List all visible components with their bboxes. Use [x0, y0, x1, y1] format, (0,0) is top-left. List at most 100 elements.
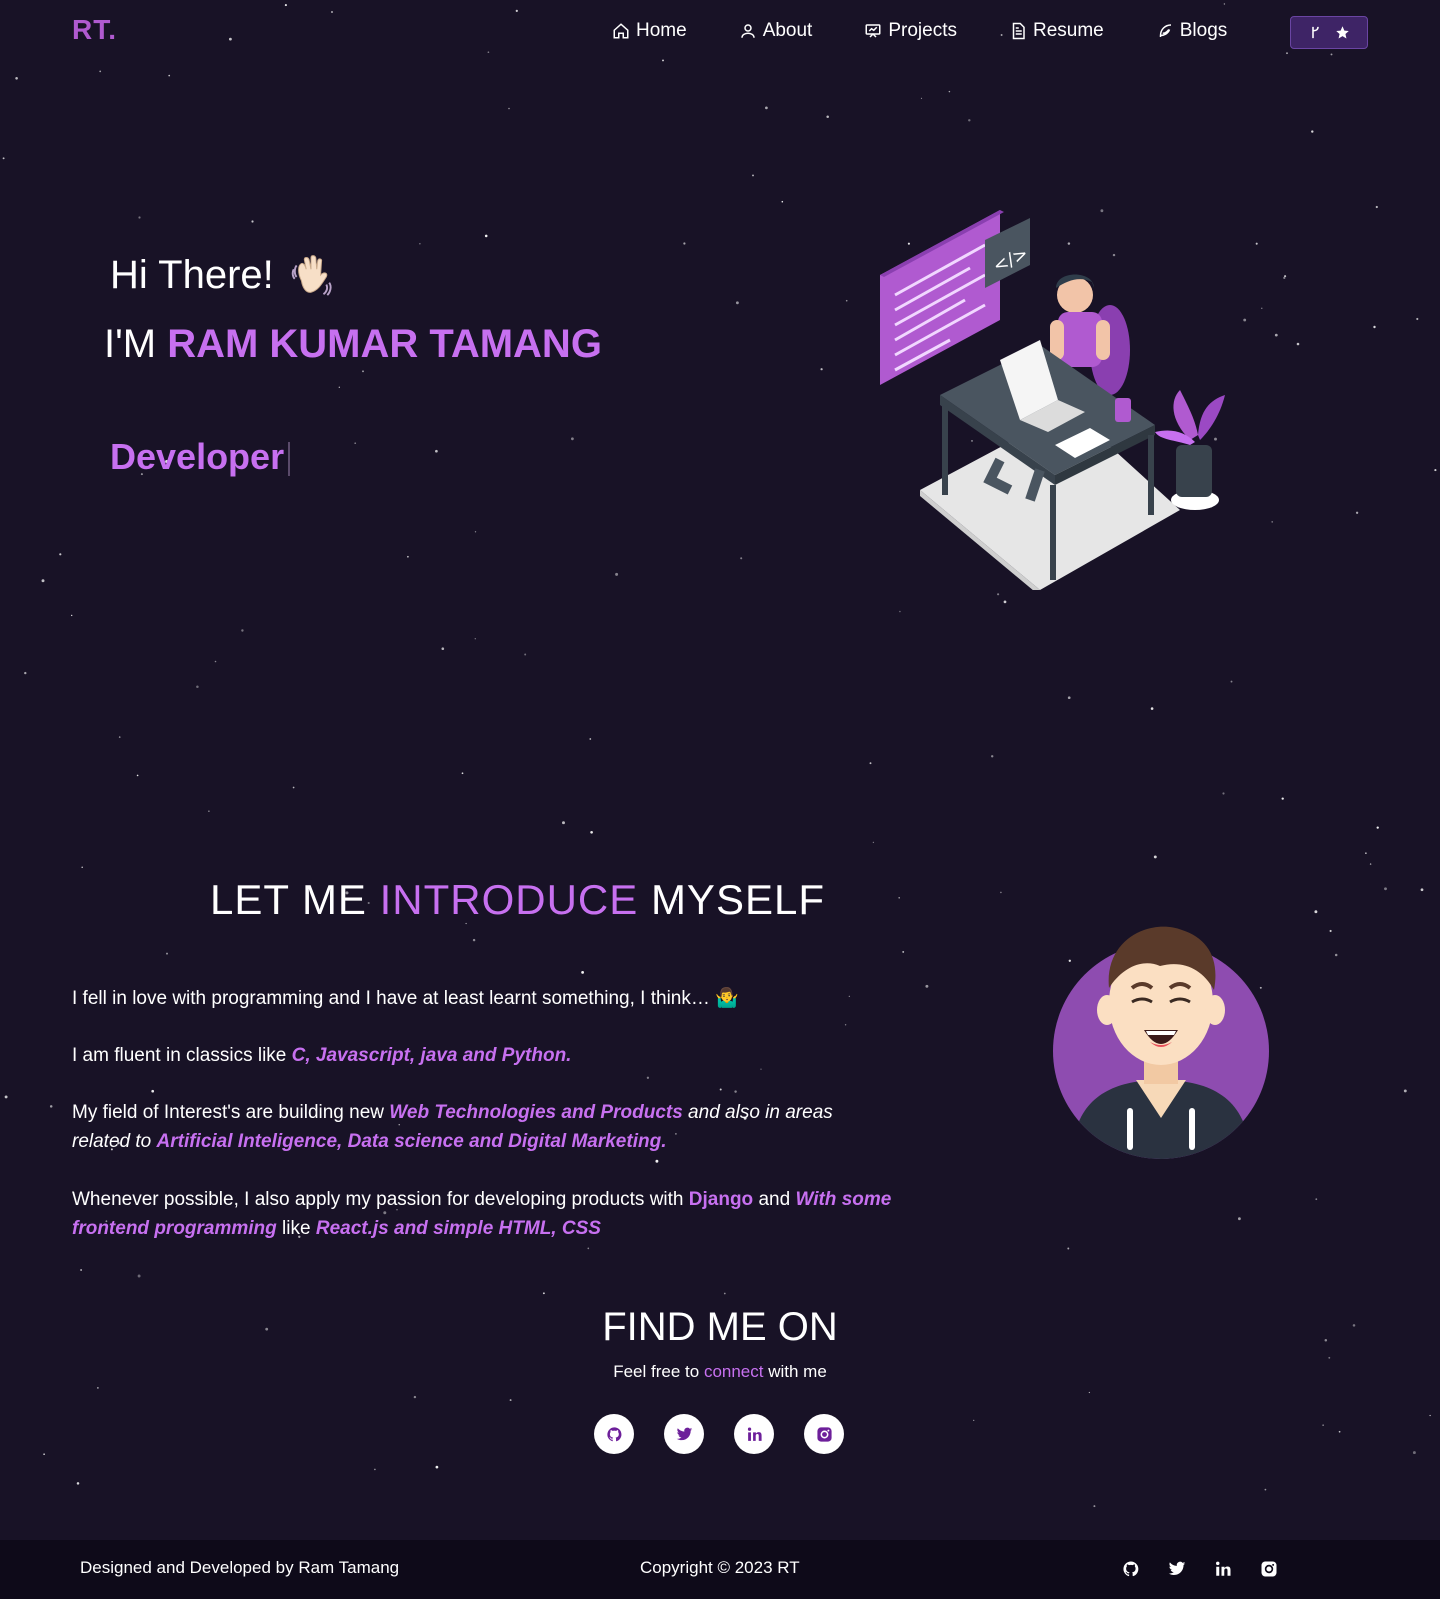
- star-dot: [902, 950, 905, 953]
- instagram-link[interactable]: [804, 1414, 844, 1454]
- star-dot: [735, 301, 739, 305]
- star-dot: [1238, 1217, 1241, 1221]
- star-dot: [1255, 242, 1258, 245]
- star-dot: [1328, 1356, 1331, 1359]
- github-icon[interactable]: [1122, 1560, 1140, 1578]
- star-dot: [1375, 205, 1378, 209]
- typewriter-role: Developer: [110, 436, 291, 478]
- star-dot: [435, 449, 438, 453]
- star-dot: [1281, 797, 1284, 800]
- document-icon: [1012, 22, 1025, 40]
- interest-highlight: Artificial Inteligence, Data science and…: [156, 1131, 667, 1152]
- github-link[interactable]: [594, 1414, 634, 1454]
- star-dot: [898, 897, 900, 899]
- footer-credit: Designed and Developed by Ram Tamang: [80, 1558, 400, 1577]
- star-dot: [1314, 910, 1318, 914]
- star-dot: [683, 242, 686, 245]
- star-dot: [1416, 317, 1419, 321]
- star-dot: [991, 755, 994, 758]
- star-dot: [1329, 929, 1332, 933]
- twitter-link[interactable]: [664, 1414, 704, 1454]
- star-dot: [1261, 307, 1263, 309]
- star-dot: [43, 1453, 45, 1456]
- star-dot: [844, 1024, 847, 1026]
- connect-highlight: connect: [703, 1362, 764, 1381]
- projects-icon: [865, 24, 881, 38]
- star-dot: [166, 952, 168, 955]
- star-dot: [542, 1292, 545, 1295]
- frontend-tech-highlight: React.js and simple HTML, CSS: [315, 1218, 601, 1239]
- star-dot: [441, 647, 445, 651]
- star-dot: [1355, 511, 1359, 514]
- nav-item-home[interactable]: Home: [612, 20, 687, 42]
- nav-menu: Home About Projects Resume Blogs: [612, 20, 1279, 42]
- star-dot: [1338, 1430, 1341, 1433]
- nav-item-projects[interactable]: Projects: [864, 20, 957, 42]
- star-dot: [524, 653, 527, 656]
- star-dot: [59, 553, 62, 556]
- star-dot: [723, 1292, 726, 1295]
- star-dot: [765, 106, 768, 110]
- star-dot: [590, 830, 593, 834]
- star-dot: [899, 610, 901, 613]
- star-dot: [362, 370, 364, 373]
- developer-desk-illustration: </>: [880, 210, 1225, 590]
- star-dot: [24, 671, 27, 675]
- star-dot: [752, 174, 754, 177]
- star-dot: [81, 866, 83, 869]
- star-dot: [948, 90, 951, 93]
- nav-item-blogs[interactable]: Blogs: [1156, 20, 1228, 42]
- star-dot: [1365, 852, 1367, 854]
- star-dot: [1230, 680, 1233, 683]
- star-dot: [137, 1274, 141, 1278]
- star-dot: [484, 234, 488, 238]
- nav-item-about[interactable]: About: [739, 20, 813, 42]
- social-links: [594, 1414, 844, 1454]
- star-dot: [1271, 521, 1274, 523]
- star-dot: [4, 1095, 8, 1099]
- star-dot: [1067, 696, 1071, 700]
- nav-item-label: Resume: [1032, 20, 1104, 41]
- intro-text: Whenever possible, I also apply my passi…: [72, 1189, 689, 1210]
- django-highlight: Django: [688, 1189, 754, 1210]
- star-dot: [1369, 863, 1372, 865]
- star-dot: [251, 220, 254, 223]
- star-dot: [41, 579, 45, 583]
- star-dot: [562, 821, 565, 825]
- star-dot: [419, 243, 421, 245]
- typing-cursor: [288, 442, 291, 477]
- star-icon: [1336, 26, 1349, 39]
- star-dot: [71, 614, 73, 617]
- star-dot: [589, 738, 592, 740]
- star-dot: [973, 1419, 975, 1422]
- star-dot: [474, 638, 476, 640]
- star-dot: [820, 368, 823, 371]
- linkedin-icon[interactable]: [1214, 1560, 1232, 1578]
- nav-item-resume[interactable]: Resume: [1009, 20, 1104, 42]
- star-dot: [1373, 325, 1376, 329]
- star-dot: [1315, 1198, 1318, 1201]
- site-logo[interactable]: RT.: [72, 14, 117, 46]
- star-dot: [208, 810, 210, 812]
- star-dot: [435, 1465, 439, 1469]
- home-icon: [613, 23, 629, 39]
- nav-item-label: Projects: [888, 20, 957, 41]
- nav-item-label: About: [762, 20, 813, 41]
- star-dot: [734, 1090, 737, 1093]
- star-dot: [1322, 1424, 1324, 1426]
- git-branch-icon: [1312, 26, 1319, 39]
- intro-text: I am fluent in classics like: [72, 1045, 292, 1066]
- twitter-icon[interactable]: [1168, 1560, 1186, 1578]
- star-dot: [968, 119, 971, 122]
- star-dot: [99, 70, 102, 73]
- intro-heading-part: MYSELF: [638, 876, 825, 923]
- star-dot: [826, 115, 829, 119]
- github-fork-button[interactable]: [1290, 16, 1368, 49]
- star-dot: [151, 1089, 155, 1093]
- instagram-icon[interactable]: [1260, 1560, 1278, 1578]
- navbar: RT. Home About Projects Resume Blogs: [0, 0, 1440, 66]
- star-dot: [1274, 333, 1278, 337]
- star-dot: [615, 572, 619, 576]
- nav-item-label: Blogs: [1179, 20, 1228, 41]
- linkedin-link[interactable]: [734, 1414, 774, 1454]
